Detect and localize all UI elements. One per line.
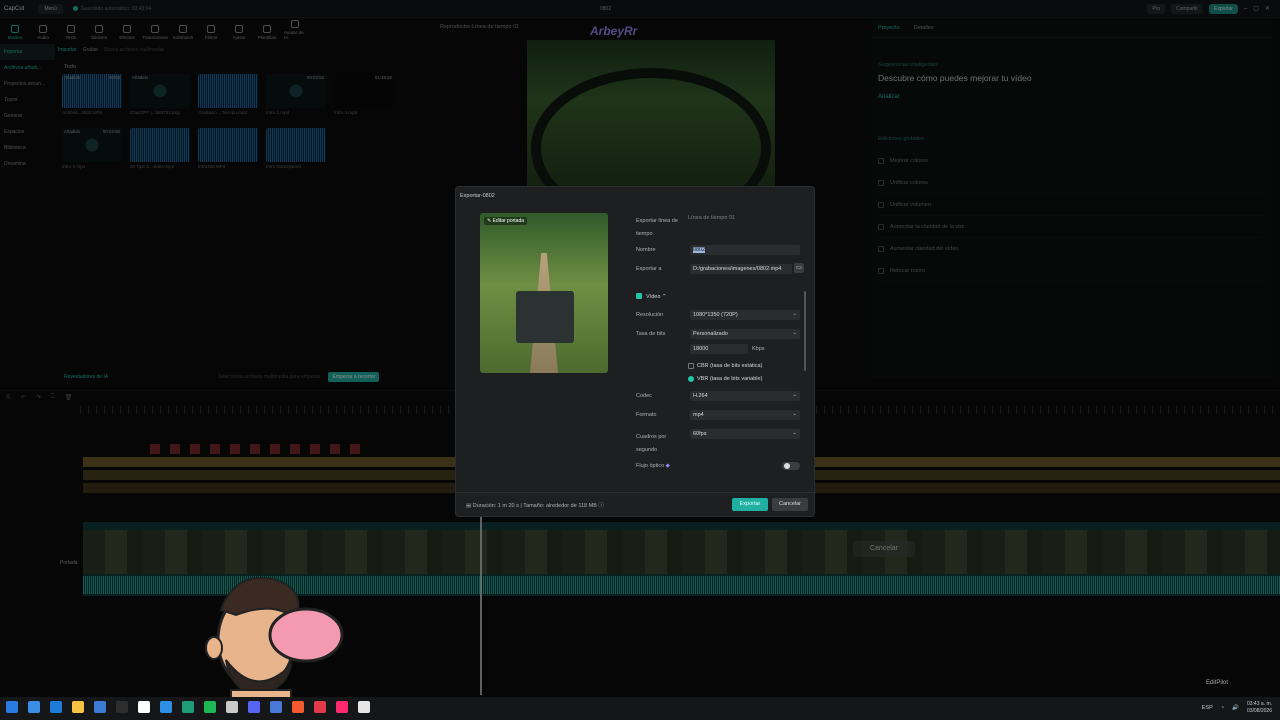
- chrome-icon[interactable]: [226, 701, 238, 713]
- explorer-icon[interactable]: [72, 701, 84, 713]
- export-to-row: Exportar a: [636, 266, 662, 272]
- resolution-row: Resolución: [636, 312, 664, 318]
- export-path-field[interactable]: D:/grabaciones/imagenes/0802.mp4: [690, 264, 792, 274]
- video-checkbox[interactable]: [636, 293, 642, 299]
- codec-select[interactable]: H.264: [690, 390, 800, 401]
- word-icon[interactable]: [160, 701, 172, 713]
- clock-time: 03:43 a. m.: [1246, 701, 1272, 707]
- clock-date: 03/08/2026: [1246, 708, 1272, 714]
- export-dialog: Exportar-0802 ✎ Editar portada Exportar …: [455, 186, 816, 517]
- cover-preview[interactable]: ✎ Editar portada: [480, 213, 608, 373]
- fps-row: Cuadros por segundo: [636, 434, 667, 453]
- wifi-icon[interactable]: ◔: [1221, 705, 1224, 711]
- fps-select[interactable]: 60fps: [690, 428, 800, 439]
- vbr-radio[interactable]: [688, 376, 694, 382]
- folder-icon[interactable]: ▭: [794, 263, 804, 273]
- resolution-select[interactable]: 1080*1350 (720P): [690, 309, 800, 320]
- cancel-button[interactable]: Cancelar: [772, 498, 808, 511]
- system-tray: ESP ◔ 🔊 03:43 a. m. 03/08/2026: [1202, 701, 1272, 715]
- github-icon[interactable]: [138, 701, 150, 713]
- cbr-radio[interactable]: [688, 363, 694, 369]
- search-icon[interactable]: [28, 701, 40, 713]
- vivaldi-icon[interactable]: [314, 701, 326, 713]
- format-row: Formato: [636, 412, 657, 418]
- start-icon[interactable]: [6, 701, 18, 713]
- cbr-label: CBR (tasa de bits estática): [697, 363, 763, 369]
- optical-flow-toggle[interactable]: [782, 462, 800, 470]
- edge-icon[interactable]: [50, 701, 62, 713]
- vbr-label: VBR (tasa de bits variable): [697, 376, 763, 382]
- volume-icon[interactable]: 🔊: [1232, 705, 1239, 711]
- export-timeline-label: Exportar línea de tiempo: [636, 218, 678, 237]
- capcut-icon[interactable]: [358, 701, 370, 713]
- dialog-footer: ▤ Duración: 1 m 20 s | Tamaño: alrededor…: [456, 492, 816, 516]
- optical-flow-row: Flujo óptico ◆: [636, 463, 670, 469]
- vehicle-image: [516, 291, 574, 343]
- brave-icon[interactable]: [292, 701, 304, 713]
- app-icon[interactable]: [182, 701, 194, 713]
- editpilot-badge[interactable]: EditPilot: [1206, 680, 1228, 686]
- spotify-icon[interactable]: [204, 701, 216, 713]
- edit-cover-button[interactable]: ✎ Editar portada: [484, 217, 528, 225]
- dialog-title: Exportar-0802: [460, 193, 495, 199]
- bitrate-input[interactable]: 18000: [690, 344, 748, 354]
- tiktok-icon[interactable]: [336, 701, 348, 713]
- export-timeline-row: Exportar línea de tiempo Línea de tiempo…: [636, 215, 746, 241]
- taskbar-icons: [6, 701, 370, 713]
- format-select[interactable]: mp4: [690, 409, 800, 420]
- app2-icon[interactable]: [270, 701, 282, 713]
- store-icon[interactable]: [94, 701, 106, 713]
- export-timeline-value: Línea de tiempo 01: [688, 215, 736, 221]
- kbps-unit: Kbps: [752, 346, 765, 352]
- obs-icon[interactable]: [116, 701, 128, 713]
- discord-icon[interactable]: [248, 701, 260, 713]
- video-section-row[interactable]: Vídeo ⌃: [636, 293, 667, 300]
- dialog-scrollbar[interactable]: [804, 291, 806, 371]
- clock[interactable]: 03:43 a. m. 03/08/2026: [1247, 701, 1272, 715]
- name-field[interactable]: 0802: [690, 245, 800, 255]
- name-row: Nombre: [636, 247, 656, 253]
- taskbar: ESP ◔ 🔊 03:43 a. m. 03/08/2026: [0, 697, 1280, 720]
- export-info: ▤ Duración: 1 m 20 s | Tamaño: alrededor…: [466, 503, 604, 509]
- codec-row: Codec: [636, 393, 652, 399]
- bitrate-select[interactable]: Personalizado: [690, 328, 800, 339]
- language-indicator[interactable]: ESP: [1202, 705, 1213, 711]
- export-button[interactable]: Exportar: [732, 498, 768, 511]
- bitrate-row: Tasa de bits: [636, 331, 666, 337]
